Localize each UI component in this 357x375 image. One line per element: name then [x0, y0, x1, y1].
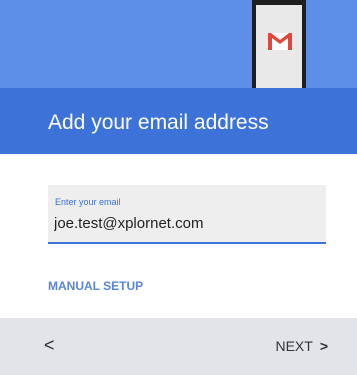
page-title: Add your email address — [48, 111, 269, 134]
phone-illustration-icon — [252, 0, 306, 94]
back-button[interactable]: < — [44, 335, 55, 356]
next-label: NEXT — [275, 338, 313, 354]
manual-setup-link[interactable]: MANUAL SETUP — [48, 279, 143, 293]
chevron-right-icon: > — [319, 338, 328, 354]
footer-bar: < NEXT > — [0, 318, 357, 375]
phone-screen — [256, 5, 302, 88]
gmail-icon — [268, 33, 292, 50]
setup-screen: Add your email address Enter your email … — [0, 0, 357, 375]
next-button[interactable]: NEXT > — [275, 338, 328, 354]
email-input[interactable] — [54, 215, 318, 232]
email-field-label: Enter your email — [55, 197, 121, 207]
email-field-underline — [48, 242, 326, 244]
banner — [0, 0, 357, 94]
email-field[interactable]: Enter your email — [48, 185, 326, 244]
